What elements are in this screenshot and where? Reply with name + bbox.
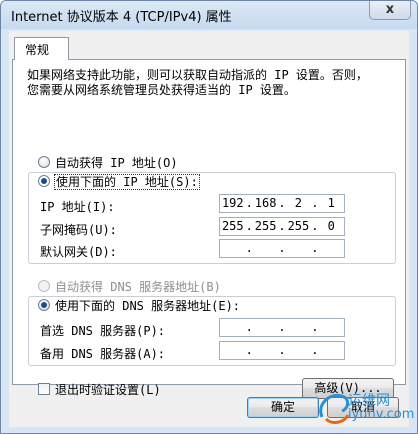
ip-octet-2: 168 xyxy=(254,196,277,210)
gw-octet-3 xyxy=(286,240,312,257)
pdns-octet-4 xyxy=(318,319,344,336)
alternate-dns-input[interactable]: . . . xyxy=(219,341,345,360)
window-title: Internet 协议版本 4 (TCP/IPv4) 属性 xyxy=(11,10,232,25)
watermark-text-url: iyunv.com xyxy=(348,407,415,422)
description-text: 如果网络支持此功能，则可以获取自动指派的 IP 设置。否则， 您需要从网络系统管… xyxy=(27,68,397,98)
radio-auto-ip-label[interactable]: 自动获得 IP 地址(O) xyxy=(55,154,178,171)
default-gateway-label: 默认网关(D): xyxy=(40,245,117,259)
radio-manual-ip[interactable] xyxy=(38,175,50,187)
mask-octet-3: 255 xyxy=(287,219,310,233)
gw-octet-4 xyxy=(318,240,344,257)
subnet-mask-input[interactable]: 255. 255. 255. 0 xyxy=(219,217,345,236)
adns-octet-4 xyxy=(318,342,344,359)
adns-octet-2 xyxy=(253,342,279,359)
radio-manual-ip-label[interactable]: 使用下面的 IP 地址(S): xyxy=(54,173,200,190)
radio-manual-dns-label[interactable]: 使用下面的 DNS 服务器地址(E): xyxy=(55,297,241,314)
preferred-dns-input[interactable]: . . . xyxy=(219,318,345,337)
mask-octet-2: 255 xyxy=(254,219,277,233)
description-line-1: 如果网络支持此功能，则可以获取自动指派的 IP 设置。否则， xyxy=(27,68,368,82)
pdns-octet-3 xyxy=(286,319,312,336)
close-icon: x xyxy=(385,2,395,17)
dialog-client-area: 常规 如果网络支持此功能，则可以获取自动指派的 IP 设置。否则， 您需要从网络… xyxy=(9,31,409,427)
default-gateway-input[interactable]: . . . xyxy=(219,239,345,258)
radio-auto-dns-label[interactable]: 自动获得 DNS 服务器地址(B) xyxy=(55,278,221,295)
ok-button[interactable]: 确定 xyxy=(247,397,319,418)
gw-octet-1 xyxy=(220,240,246,257)
gw-octet-2 xyxy=(253,240,279,257)
close-button[interactable]: x xyxy=(369,1,411,20)
adns-octet-1 xyxy=(220,342,246,359)
tab-panel-general: 如果网络支持此功能，则可以获取自动指派的 IP 设置。否则， 您需要从网络系统管… xyxy=(12,59,406,399)
pdns-octet-2 xyxy=(253,319,279,336)
mask-octet-4: 0 xyxy=(327,219,335,233)
ip-octet-4: 1 xyxy=(327,196,335,210)
alternate-dns-label: 备用 DNS 服务器(A): xyxy=(40,347,166,361)
radio-manual-dns[interactable] xyxy=(38,299,50,311)
watermark-logo: 运维网 iyunv.com xyxy=(314,389,414,429)
title-bar[interactable]: Internet 协议版本 4 (TCP/IPv4) 属性 x xyxy=(1,1,417,29)
radio-auto-dns[interactable] xyxy=(38,280,50,292)
radio-auto-ip[interactable] xyxy=(38,156,50,168)
dialog-window: Internet 协议版本 4 (TCP/IPv4) 属性 x 常规 如果网络支… xyxy=(0,0,418,434)
ip-octet-3: 2 xyxy=(294,196,303,210)
ip-address-input[interactable]: 192. 168. 2. 1 xyxy=(219,194,345,213)
tab-general[interactable]: 常规 xyxy=(14,37,69,60)
mask-octet-1: 255 xyxy=(221,219,244,233)
validate-on-exit-label[interactable]: 退出时验证设置(L) xyxy=(55,381,161,398)
adns-octet-3 xyxy=(286,342,312,359)
validate-on-exit-checkbox[interactable] xyxy=(38,383,50,395)
pdns-octet-1 xyxy=(220,319,246,336)
preferred-dns-label: 首选 DNS 服务器(P): xyxy=(40,324,166,338)
ip-address-label: IP 地址(I): xyxy=(40,200,115,214)
radio-manual-ip-text: 使用下面的 IP 地址(S): xyxy=(54,174,200,190)
subnet-mask-label: 子网掩码(U): xyxy=(40,223,117,237)
ip-octet-1: 192 xyxy=(221,196,244,210)
description-line-2: 您需要从网络系统管理员处获得适当的 IP 设置。 xyxy=(27,83,296,97)
